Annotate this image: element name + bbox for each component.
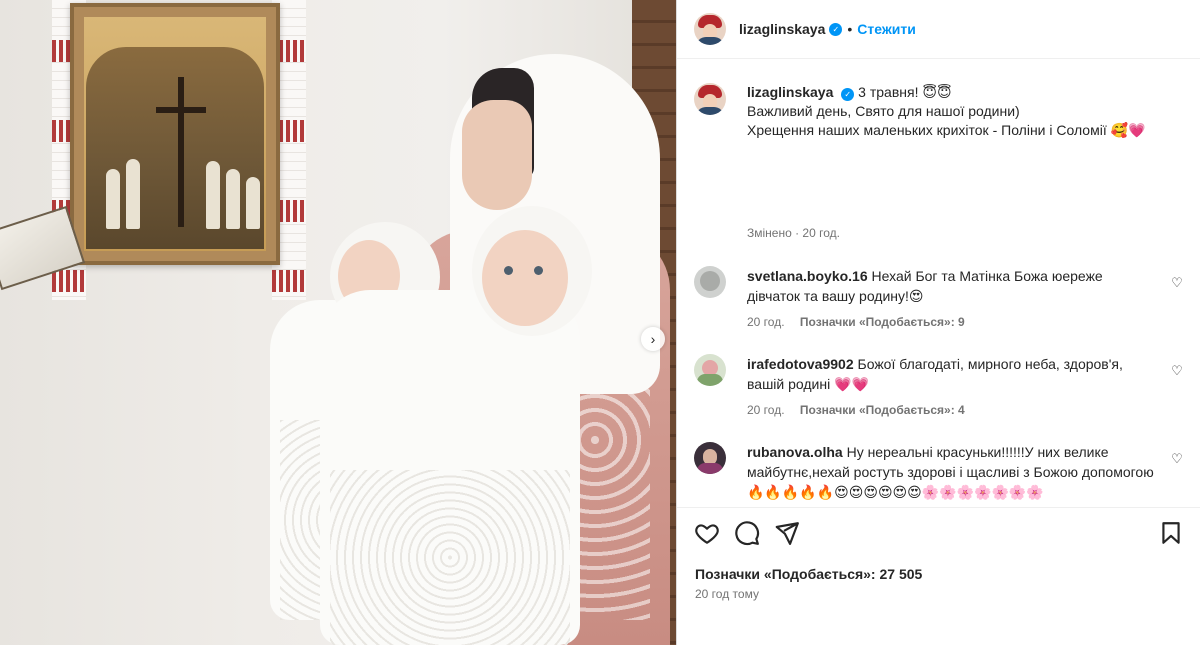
post-photo[interactable]: › bbox=[0, 0, 676, 645]
carousel-next-button[interactable]: › bbox=[641, 327, 665, 351]
comment-avatar[interactable] bbox=[694, 442, 726, 474]
heart-icon[interactable]: ♡ bbox=[1170, 452, 1184, 466]
mother-face bbox=[462, 100, 532, 210]
edited-timestamp: Змінено · 20 год. bbox=[747, 226, 840, 240]
actions-divider bbox=[677, 507, 1200, 508]
comment-avatar[interactable] bbox=[694, 354, 726, 386]
caption-line-2: Важливий день, Свято для нашої родини) bbox=[747, 103, 1020, 119]
comment-avatar[interactable] bbox=[694, 266, 726, 298]
caption-line-3: Хрещення наших маленьких крихіток - Полі… bbox=[747, 122, 1146, 138]
avatar[interactable] bbox=[694, 13, 726, 45]
caption-avatar[interactable] bbox=[694, 83, 726, 115]
comment-likes[interactable]: Позначки «Подобається»: 4 bbox=[800, 403, 965, 417]
likes-count[interactable]: Позначки «Подобається»: 27 505 bbox=[695, 566, 922, 582]
comment-username[interactable]: irafedotova9902 bbox=[747, 356, 854, 372]
comment-likes[interactable]: Позначки «Подобається»: 9 bbox=[800, 315, 965, 329]
heart-icon[interactable] bbox=[694, 520, 722, 548]
separator-dot: • bbox=[847, 21, 853, 37]
chevron-right-icon: › bbox=[650, 331, 656, 347]
caption-username[interactable]: lizaglinskaya bbox=[747, 84, 833, 100]
follow-button[interactable]: Стежити bbox=[857, 21, 916, 37]
heart-icon[interactable]: ♡ bbox=[1170, 364, 1184, 378]
comment-username[interactable]: svetlana.boyko.16 bbox=[747, 268, 868, 284]
header-username[interactable]: lizaglinskaya bbox=[739, 21, 825, 37]
caption-line-1: 3 травня! 😇😇 bbox=[858, 84, 952, 100]
comment-item: svetlana.boyko.16 Нехай Бог та Матінка Б… bbox=[694, 266, 1184, 332]
comment-icon[interactable] bbox=[734, 520, 762, 548]
comment-time[interactable]: 20 год. bbox=[747, 403, 785, 417]
verified-badge-icon: ✓ bbox=[829, 22, 843, 36]
post-caption: lizaglinskaya ✓ 3 травня! 😇😇 Важливий де… bbox=[694, 83, 1184, 140]
heart-icon[interactable]: ♡ bbox=[1170, 276, 1184, 290]
religious-icon-painting bbox=[70, 3, 280, 265]
action-bar bbox=[694, 520, 1184, 550]
comment-item: rubanova.olha Ну нереальні красуньки!!!!… bbox=[694, 442, 1184, 508]
post-side-panel: lizaglinskaya ✓ • Стежити lizaglinskaya … bbox=[676, 0, 1200, 645]
paper-plane-icon[interactable] bbox=[774, 520, 802, 548]
comment-time[interactable]: 20 год. bbox=[747, 315, 785, 329]
post-header: lizaglinskaya ✓ • Стежити bbox=[677, 0, 1200, 59]
verified-badge-icon: ✓ bbox=[841, 88, 855, 101]
bookmark-icon[interactable] bbox=[1158, 520, 1186, 548]
comment-username[interactable]: rubanova.olha bbox=[747, 444, 843, 460]
baby-right-face bbox=[482, 230, 568, 326]
post-time[interactable]: 20 год тому bbox=[695, 587, 759, 601]
comment-item: irafedotova9902 Божої благодаті, мирного… bbox=[694, 354, 1184, 420]
